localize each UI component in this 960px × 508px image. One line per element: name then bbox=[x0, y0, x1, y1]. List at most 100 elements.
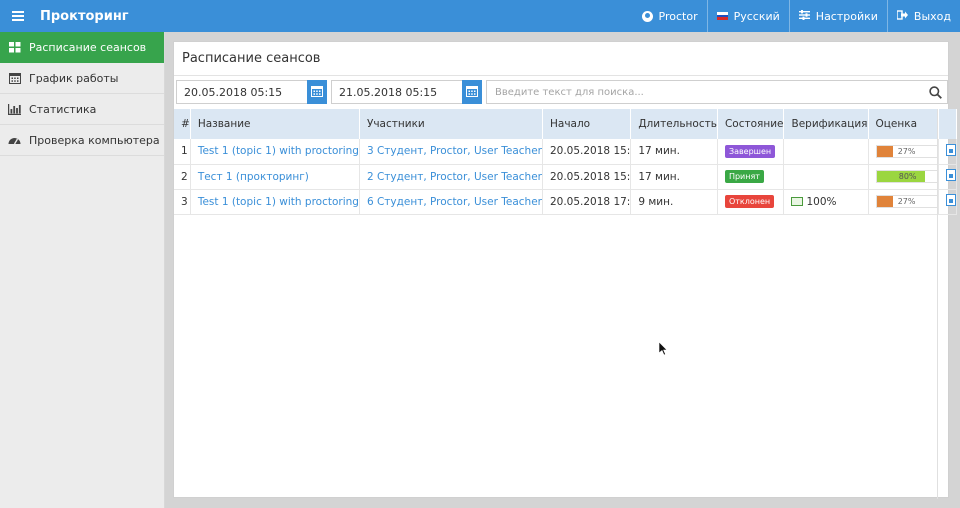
table-row[interactable]: 2 Тест 1 (прокторинг) 2 Студент, Proctor… bbox=[174, 164, 957, 190]
score-fill bbox=[876, 196, 893, 207]
grid-icon bbox=[8, 41, 21, 54]
status-cell: Отклонен bbox=[717, 189, 785, 215]
score-label: 27% bbox=[897, 146, 916, 156]
column-header-participants[interactable]: Участники bbox=[359, 109, 543, 139]
start-time: 20.05.2018 17: bbox=[542, 189, 632, 215]
date-from-value: 20.05.2018 05:15 bbox=[184, 85, 283, 99]
column-header-score[interactable]: Оценка bbox=[868, 109, 939, 139]
column-header-verification[interactable]: Верификация bbox=[783, 109, 869, 139]
sessions-panel: Расписание сеансов 20.05.2018 05:15 21.0… bbox=[173, 41, 957, 499]
sidebar-item-work-schedule[interactable]: График работы bbox=[0, 63, 164, 94]
sidebar-item-schedule[interactable]: Расписание сеансов bbox=[0, 32, 164, 63]
sidebar-item-label: Расписание сеансов bbox=[29, 41, 147, 54]
search-field[interactable] bbox=[486, 80, 948, 104]
top-navbar: Прокторинг Proctor Русский Настройки Вых… bbox=[0, 0, 960, 32]
duration: 17 мин. bbox=[630, 139, 718, 165]
score-bar: 80% bbox=[875, 170, 938, 183]
logout-button[interactable]: Выход bbox=[886, 0, 960, 32]
score-label: 27% bbox=[897, 197, 916, 206]
calendar-icon bbox=[466, 85, 478, 100]
logout-label: Выход bbox=[913, 9, 951, 23]
report-icon[interactable] bbox=[945, 143, 956, 156]
start-time: 20.05.2018 15: bbox=[542, 139, 632, 165]
date-from-field[interactable]: 20.05.2018 05:15 bbox=[176, 80, 308, 104]
participants-link[interactable]: 2 Студент, Proctor, User Teacher bbox=[359, 164, 543, 190]
date-to-value: 21.05.2018 05:15 bbox=[339, 85, 438, 99]
session-name-link[interactable]: Тест 1 (прокторинг) bbox=[190, 164, 360, 190]
table-row[interactable]: 3 Test 1 (topic 1) with proctoring 6 Сту… bbox=[174, 189, 957, 215]
page-title: Расписание сеансов bbox=[174, 42, 948, 76]
column-header-duration[interactable]: Длительность bbox=[630, 109, 718, 139]
sliders-icon bbox=[798, 9, 810, 23]
language-label: Русский bbox=[733, 9, 780, 23]
status-cell: Завершен bbox=[717, 139, 785, 165]
user-name: Proctor bbox=[658, 9, 698, 23]
logout-icon bbox=[896, 9, 908, 23]
sidebar-item-label: График работы bbox=[29, 71, 119, 85]
date-to-calendar-button[interactable] bbox=[462, 80, 482, 104]
settings-menu[interactable]: Настройки bbox=[788, 0, 887, 32]
session-name-link[interactable]: Test 1 (topic 1) with proctoring bbox=[190, 189, 360, 215]
column-header-status[interactable]: Состояние bbox=[717, 109, 785, 139]
row-number: 1 bbox=[174, 139, 191, 165]
score-fill bbox=[876, 145, 893, 157]
sidebar-item-computer-check[interactable]: Проверка компьютера bbox=[0, 125, 164, 156]
column-header-name[interactable]: Название bbox=[190, 109, 360, 139]
scroll-divider bbox=[937, 109, 938, 499]
bar-chart-icon bbox=[8, 103, 21, 116]
participants-link[interactable]: 3 Студент, Proctor, User Teacher bbox=[359, 139, 543, 165]
score-cell: 27% bbox=[868, 139, 939, 165]
duration: 9 мин. bbox=[630, 189, 718, 215]
status-badge: Принят bbox=[724, 170, 764, 183]
score-bar: 27% bbox=[875, 195, 938, 208]
date-from-calendar-button[interactable] bbox=[307, 80, 327, 104]
id-card-icon bbox=[791, 197, 804, 206]
start-time: 20.05.2018 15: bbox=[542, 164, 632, 190]
date-to-field[interactable]: 21.05.2018 05:15 bbox=[331, 80, 463, 104]
sidebar: Расписание сеансов График работы Статист… bbox=[0, 32, 165, 508]
column-header-start[interactable]: Начало bbox=[542, 109, 632, 139]
duration: 17 мин. bbox=[630, 164, 718, 190]
actions-cell bbox=[938, 189, 957, 215]
verification-cell bbox=[783, 164, 869, 190]
status-cell: Принят bbox=[717, 164, 785, 190]
user-menu[interactable]: Proctor bbox=[633, 0, 707, 32]
verification-cell: 100% bbox=[783, 189, 869, 215]
actions-cell bbox=[938, 139, 957, 165]
report-icon[interactable] bbox=[945, 194, 956, 206]
report-icon[interactable] bbox=[945, 169, 956, 181]
status-badge: Отклонен bbox=[724, 195, 775, 208]
language-menu[interactable]: Русский bbox=[706, 0, 789, 32]
column-header-number[interactable]: # bbox=[174, 109, 191, 139]
sidebar-item-label: Проверка компьютера bbox=[29, 133, 160, 147]
row-number: 3 bbox=[174, 189, 191, 215]
actions-cell bbox=[938, 164, 957, 190]
calendar-icon bbox=[8, 72, 21, 85]
session-name-link[interactable]: Test 1 (topic 1) with proctoring bbox=[190, 139, 360, 165]
sidebar-item-statistics[interactable]: Статистика bbox=[0, 94, 164, 125]
row-number: 2 bbox=[174, 164, 191, 190]
column-header-actions bbox=[938, 109, 957, 139]
score-bar: 27% bbox=[875, 144, 938, 158]
score-label: 80% bbox=[898, 172, 917, 181]
calendar-icon bbox=[311, 85, 323, 100]
mouse-cursor-icon bbox=[658, 341, 668, 359]
sessions-table: # Название Участники Начало Длительность… bbox=[174, 109, 957, 215]
search-icon[interactable] bbox=[929, 86, 942, 102]
russian-flag-icon bbox=[716, 12, 728, 21]
menu-icon[interactable] bbox=[0, 0, 36, 32]
filters-bar: 20.05.2018 05:15 21.05.2018 05:15 bbox=[176, 80, 948, 104]
score-fill: 80% bbox=[876, 171, 925, 182]
sidebar-item-label: Статистика bbox=[29, 102, 97, 116]
verification-value: 100% bbox=[806, 195, 837, 208]
status-badge: Завершен bbox=[724, 144, 776, 158]
participants-link[interactable]: 6 Студент, Proctor, User Teacher bbox=[359, 189, 543, 215]
score-cell: 80% bbox=[868, 164, 939, 190]
user-icon bbox=[641, 10, 653, 22]
app-title[interactable]: Прокторинг bbox=[40, 9, 129, 24]
table-row[interactable]: 1 Test 1 (topic 1) with proctoring 3 Сту… bbox=[174, 139, 957, 165]
verification-cell bbox=[783, 139, 869, 165]
search-input[interactable] bbox=[495, 86, 915, 98]
score-cell: 27% bbox=[868, 189, 939, 215]
settings-label: Настройки bbox=[815, 9, 878, 23]
